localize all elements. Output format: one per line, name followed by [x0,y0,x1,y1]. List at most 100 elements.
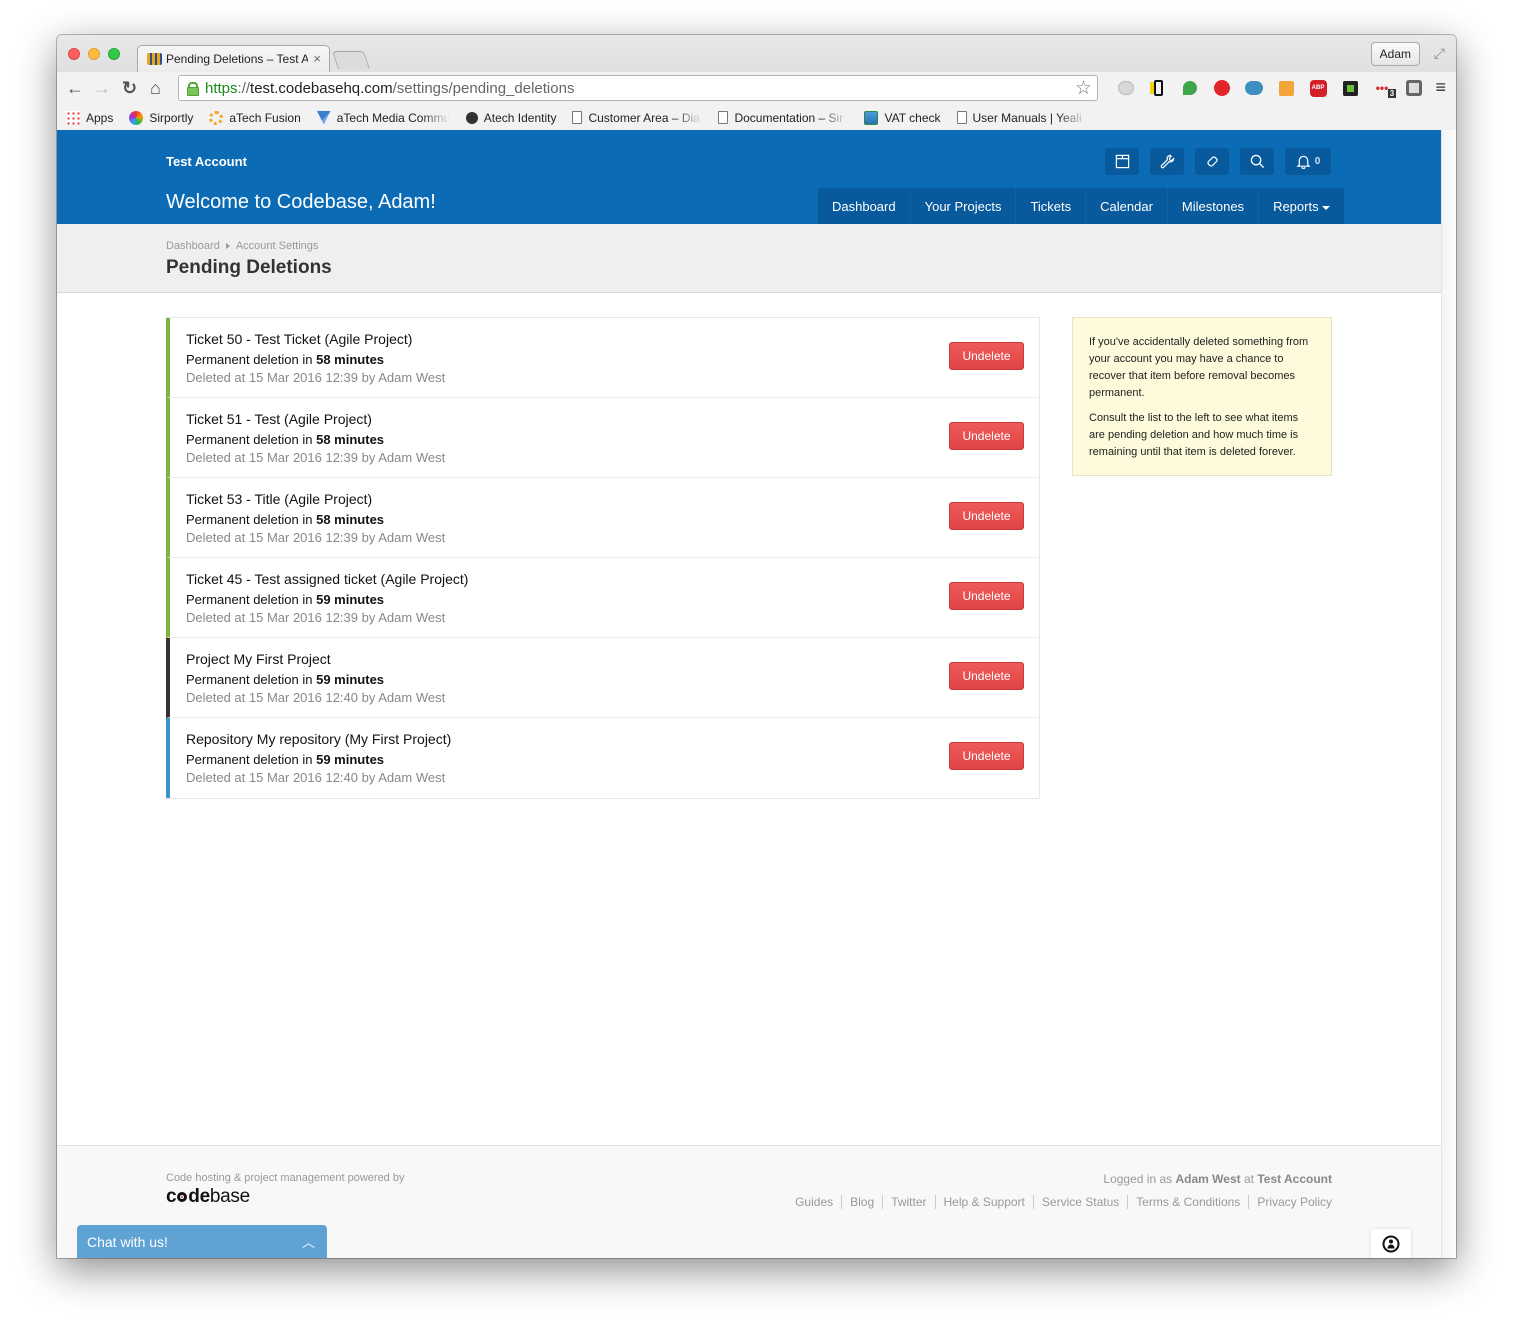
notifications-button[interactable]: 0 [1285,148,1331,175]
apps-grid-icon [66,110,80,125]
address-bar[interactable]: https://test.codebasehq.com/settings/pen… [178,75,1098,101]
nav-tickets[interactable]: Tickets [1016,188,1087,224]
undelete-button[interactable]: Undelete [949,502,1024,530]
bookmark-label: VAT check [884,110,941,125]
zoom-window-button[interactable] [108,48,120,60]
bookmark-apps[interactable]: Apps [66,110,113,125]
mailtrack-icon[interactable] [1110,77,1142,99]
undelete-button[interactable]: Undelete [949,422,1024,450]
countdown-prefix: Permanent deletion in [186,432,313,447]
bookmark-star-icon[interactable]: ☆ [1075,77,1092,100]
nav-reports[interactable]: Reports [1259,188,1344,224]
tickets-button[interactable] [1195,148,1229,175]
countdown-prefix: Permanent deletion in [186,592,313,607]
deletion-meta: Deleted at 15 Mar 2016 12:39 by Adam Wes… [186,530,446,545]
deletion-title: Ticket 45 - Test assigned ticket (Agile … [186,571,469,587]
settings-button[interactable] [1150,148,1184,175]
fullscreen-icon[interactable]: ⤢ [1434,45,1445,62]
deletion-countdown: Permanent deletion in 58 minutes [186,432,1039,448]
logged-in-account: Test Account [1257,1172,1332,1186]
deletion-title: Ticket 51 - Test (Agile Project) [186,411,372,427]
forward-arrow-icon[interactable]: → [93,78,111,98]
page-title: Pending Deletions [166,257,332,278]
bookmark-label: Sirportly [149,110,194,125]
footer-link-help-support[interactable]: Help & Support [934,1195,1033,1209]
footer-link-privacy[interactable]: Privacy Policy [1248,1195,1332,1209]
back-arrow-icon[interactable]: ← [66,78,84,98]
deletion-countdown: Permanent deletion in 59 minutes [186,752,1039,768]
page-viewport: Test Account Welcome to Codebase, Adam! … [57,130,1441,1258]
undelete-button[interactable]: Undelete [949,742,1024,770]
projects-button[interactable] [1105,148,1139,175]
footer-link-terms[interactable]: Terms & Conditions [1127,1195,1248,1209]
extension-badge: 3 [1387,89,1397,98]
phone-forward-icon[interactable] [1142,77,1174,99]
nav-your-projects[interactable]: Your Projects [911,188,1017,224]
deletion-title: Ticket 50 - Test Ticket (Agile Project) [186,331,413,347]
footer-link-twitter[interactable]: Twitter [882,1195,934,1209]
nav-calendar[interactable]: Calendar [1086,188,1168,224]
close-tab-icon[interactable]: × [313,51,321,66]
nav-milestones[interactable]: Milestones [1168,188,1260,224]
bookmark-user-manuals[interactable]: User Manuals | Yeali [956,111,1087,125]
reload-icon[interactable]: ↻ [122,78,137,98]
share-icon[interactable] [1270,77,1302,99]
bookmark-customer-area[interactable]: Customer Area – Dia [572,111,702,125]
deletion-meta: Deleted at 15 Mar 2016 12:40 by Adam Wes… [186,690,446,705]
deletion-countdown: Permanent deletion in 59 minutes [186,672,1039,688]
home-icon[interactable]: ⌂ [150,78,161,98]
new-tab-button[interactable] [332,51,370,69]
shield-icon[interactable] [1398,77,1430,99]
browser-tab-active[interactable]: Pending Deletions – Test A × [137,45,330,72]
search-button[interactable] [1240,148,1274,175]
logo-bold-part: c de [166,1186,210,1207]
wrench-icon [1160,154,1174,169]
countdown-prefix: Permanent deletion in [186,352,313,367]
bookmark-sirportly[interactable]: Sirportly [129,110,194,125]
close-window-button[interactable] [68,48,80,60]
deletion-title: Repository My repository (My First Proje… [186,731,452,747]
nav-dashboard[interactable]: Dashboard [818,188,911,224]
welcome-heading: Welcome to Codebase, Adam! [166,191,436,213]
breadcrumb-account-settings[interactable]: Account Settings [236,240,319,252]
chat-widget[interactable]: Chat with us! ︿ [77,1225,327,1258]
footer-link-blog[interactable]: Blog [841,1195,882,1209]
search-icon [1250,154,1264,169]
bookmark-documentation[interactable]: Documentation – Sir [718,111,848,125]
deletion-meta: Deleted at 15 Mar 2016 12:39 by Adam Wes… [186,450,446,465]
ellipsis-counter-icon[interactable]: ••• 3 [1366,77,1398,99]
deletion-item: Ticket 53 - Title (Agile Project) Permane… [166,478,1039,558]
minimize-window-button[interactable] [88,48,100,60]
adblock-hand-icon[interactable] [1206,77,1238,99]
undelete-button[interactable]: Undelete [949,582,1024,610]
deletion-item: Ticket 51 - Test (Agile Project) Permanen… [166,398,1039,478]
main-nav: Dashboard Your Projects Tickets Calendar… [818,188,1344,224]
powered-by-text: Code hosting & project management powere… [166,1172,405,1184]
footer-link-guides[interactable]: Guides [787,1195,841,1209]
account-name[interactable]: Test Account [166,154,247,169]
abp-icon[interactable]: ABP [1302,77,1334,99]
bookmark-atech-fusion[interactable]: aTech Fusion [209,110,301,125]
green-dot-icon[interactable] [1334,77,1366,99]
hangouts-icon[interactable] [1174,77,1206,99]
bookmark-atech-media[interactable]: aTech Media Commu [316,110,450,125]
bookmark-vat-check[interactable]: VAT check [864,110,941,125]
breadcrumb-dashboard[interactable]: Dashboard [166,240,220,252]
codebase-favicon-icon [147,53,162,65]
m-cloud-icon[interactable] [1238,77,1270,99]
codebase-logo[interactable]: c debase [166,1186,250,1208]
page-scrollbar[interactable] [1441,130,1456,1258]
deletion-countdown: Permanent deletion in 58 minutes [186,352,1039,368]
countdown-value: 58 minutes [316,432,385,447]
chrome-menu-icon[interactable]: ≡ [1435,77,1446,98]
extensions-bar: ABP ••• 3 [1110,77,1430,99]
document-icon [718,111,729,124]
bookmark-atech-identity[interactable]: Atech Identity [465,111,556,125]
profile-button[interactable]: Adam [1370,42,1420,66]
footer-link-service-status[interactable]: Service Status [1032,1195,1127,1209]
countdown-value: 59 minutes [316,672,385,687]
deletion-item: Ticket 45 - Test assigned ticket (Agile … [166,558,1039,638]
undelete-button[interactable]: Undelete [949,662,1024,690]
accessibility-button[interactable] [1371,1229,1411,1258]
undelete-button[interactable]: Undelete [949,342,1024,370]
